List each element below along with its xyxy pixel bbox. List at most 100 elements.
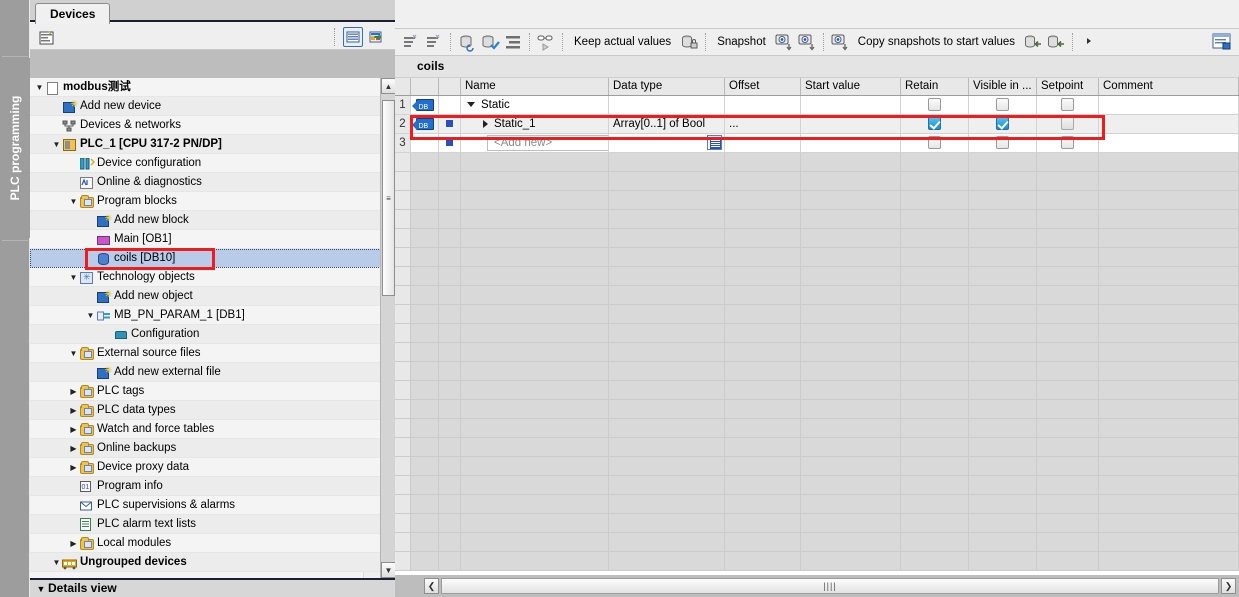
visible-in-hmi-checkbox[interactable] (996, 136, 1009, 149)
horizontal-scrollbar[interactable]: ❮ |||| ❯ (395, 575, 1239, 597)
cell-comment[interactable] (1099, 134, 1239, 153)
tree-item-watch-and-force-tables[interactable]: ▶Watch and force tables (30, 420, 395, 439)
snapshot-monitored-icon[interactable] (774, 32, 794, 52)
update-block-icon[interactable] (480, 32, 500, 52)
overflow-chevron-icon[interactable] (1079, 32, 1099, 52)
tree-item-add-new-device[interactable]: ✳Add new device (30, 97, 395, 116)
column-header-data-type[interactable]: Data type (609, 78, 725, 95)
setpoint-checkbox[interactable] (1061, 136, 1074, 149)
cell-setpoint[interactable] (1037, 96, 1099, 115)
chevron-down-icon[interactable]: ▼ (68, 344, 79, 363)
tree-item-program-info[interactable]: 01Program info (30, 477, 395, 496)
chevron-down-icon[interactable]: ▼ (68, 192, 79, 211)
cell-retain[interactable] (901, 115, 969, 134)
cell-name[interactable]: <Add new> (461, 134, 609, 153)
expand-all-rows-icon[interactable] (503, 32, 523, 52)
toolbar-button-copy-snapshots-to-start-values[interactable]: Copy snapshots to start values (853, 36, 1020, 48)
horizontal-scrollbar-track[interactable]: |||| (441, 578, 1219, 594)
cell-start-value[interactable] (801, 134, 901, 153)
cell-data-type[interactable] (609, 96, 725, 115)
chevron-right-icon[interactable]: ▶ (68, 439, 79, 458)
reset-start-values-icon[interactable] (457, 32, 477, 52)
tree-item-devices-networks[interactable]: Devices & networks (30, 116, 395, 135)
chevron-right-icon[interactable]: ▶ (68, 401, 79, 420)
monitor-all-icon[interactable] (536, 32, 556, 52)
data-type-picker-button[interactable] (707, 135, 722, 150)
tree-item-online-backups[interactable]: ▶Online backups (30, 439, 395, 458)
tree-item-add-new-block[interactable]: ✳Add new block (30, 211, 395, 230)
table-row[interactable]: 3<Add new> (395, 134, 1239, 153)
snapshot-to-start-icon[interactable] (797, 32, 817, 52)
column-header-start-value[interactable]: Start value (801, 78, 901, 95)
chevron-right-icon[interactable]: ▶ (68, 534, 79, 553)
toolbar-button-snapshot[interactable]: Snapshot (712, 36, 771, 48)
cell-data-type[interactable] (609, 134, 725, 153)
cell-visible[interactable] (969, 134, 1037, 153)
retain-checkbox[interactable] (928, 136, 941, 149)
chevron-right-icon[interactable]: ▶ (68, 382, 79, 401)
tree-item-add-new-external-file[interactable]: ✳Add new external file (30, 363, 395, 382)
tree-item-online-diagnostics[interactable]: Online & diagnostics (30, 173, 395, 192)
retain-checkbox[interactable] (928, 98, 941, 111)
options-icon[interactable] (36, 27, 56, 47)
visible-in-hmi-checkbox[interactable] (996, 98, 1009, 111)
chevron-down-icon[interactable]: ▼ (68, 268, 79, 287)
details-view-bar[interactable]: ▼Details view (30, 578, 395, 597)
expander-right-icon[interactable] (483, 120, 488, 128)
copy-snapshots-icon[interactable] (830, 32, 850, 52)
expander-down-icon[interactable] (467, 102, 475, 107)
scroll-up-icon[interactable]: ▲ (381, 78, 396, 94)
column-header-retain[interactable]: Retain (901, 78, 969, 95)
tree-item-coils-db10[interactable]: coils [DB10] (30, 249, 395, 268)
horizontal-scrollbar-thumb[interactable]: |||| (442, 579, 1218, 593)
column-header-visible-in[interactable]: Visible in ... (969, 78, 1037, 95)
tree-item-local-modules[interactable]: ▶Local modules (30, 534, 395, 553)
toolbar-button-keep-actual-values[interactable]: Keep actual values (569, 36, 676, 48)
setpoint-checkbox[interactable] (1061, 98, 1074, 111)
tree-item-ungrouped-devices[interactable]: ▼Ungrouped devices (30, 553, 395, 572)
keep-actual-values-icon[interactable] (679, 32, 699, 52)
chevron-down-icon[interactable]: ▼ (51, 553, 62, 572)
list-view-icon[interactable] (343, 27, 363, 47)
tree-item-main-ob1[interactable]: Main [OB1] (30, 230, 395, 249)
chevron-down-icon[interactable]: ▼ (34, 78, 45, 97)
scroll-left-icon[interactable]: ❮ (424, 578, 439, 594)
tree-item-plc-1-cpu-317-2-pn-dp[interactable]: ▼PLC_1 [CPU 317-2 PN/DP] (30, 135, 395, 154)
cell-comment[interactable] (1099, 96, 1239, 115)
load-all-start-values-icon[interactable] (1046, 32, 1066, 52)
export-icon[interactable] (367, 27, 387, 47)
cell-visible[interactable] (969, 96, 1037, 115)
cell-retain[interactable] (901, 134, 969, 153)
column-header-setpoint[interactable]: Setpoint (1037, 78, 1099, 95)
tree-item-external-source-files[interactable]: ▼External source files (30, 344, 395, 363)
table-row[interactable]: 2Static_1Array[0..1] of Bool... (395, 115, 1239, 134)
cell-offset[interactable] (725, 96, 801, 115)
chevron-down-icon[interactable]: ▼ (51, 135, 62, 154)
tab-devices[interactable]: Devices (35, 3, 110, 24)
retain-checkbox[interactable] (928, 117, 941, 130)
chevron-right-icon[interactable]: ▶ (68, 420, 79, 439)
scroll-down-icon[interactable]: ▼ (381, 562, 396, 578)
tree-item-program-blocks[interactable]: ▼Program blocks (30, 192, 395, 211)
visible-in-hmi-checkbox[interactable] (996, 117, 1009, 130)
add-new-input[interactable]: <Add new> (487, 135, 609, 151)
column-header-comment[interactable]: Comment (1099, 78, 1239, 95)
cell-name[interactable]: Static_1 (461, 115, 609, 134)
tree-item-plc-alarm-text-lists[interactable]: PLC alarm text lists (30, 515, 395, 534)
tree-item-device-proxy-data[interactable]: ▶Device proxy data (30, 458, 395, 477)
tree-item-plc-tags[interactable]: ▶PLC tags (30, 382, 395, 401)
setpoint-checkbox[interactable] (1061, 117, 1074, 130)
cell-data-type[interactable]: Array[0..1] of Bool (609, 115, 725, 134)
add-row-above-icon[interactable] (401, 32, 421, 52)
table-row[interactable]: 1Static (395, 96, 1239, 115)
cell-start-value[interactable] (801, 96, 901, 115)
tree-item-configuration[interactable]: Configuration (30, 325, 395, 344)
tree-item-technology-objects[interactable]: ▼✳Technology objects (30, 268, 395, 287)
open-block-window-icon[interactable] (1211, 32, 1231, 52)
cell-comment[interactable] (1099, 115, 1239, 134)
cell-setpoint[interactable] (1037, 134, 1099, 153)
cell-visible[interactable] (969, 115, 1037, 134)
cell-setpoint[interactable] (1037, 115, 1099, 134)
vertical-tab-plc-programming[interactable]: PLC programming (0, 58, 30, 238)
column-header-name[interactable]: Name (461, 78, 609, 95)
